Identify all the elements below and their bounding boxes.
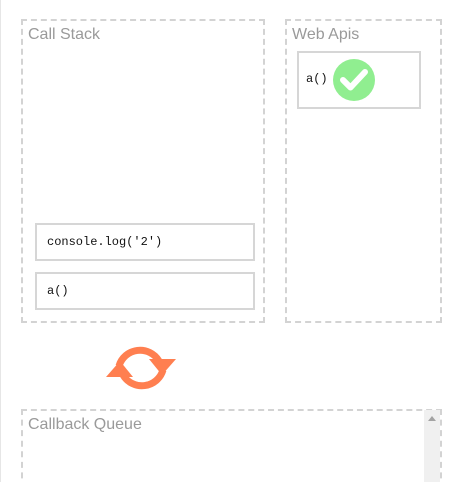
callback-queue-panel: Callback Queue: [21, 409, 442, 482]
web-api-item-label: a(): [306, 72, 328, 86]
scrollbar[interactable]: [424, 410, 440, 482]
stack-frame: console.log('2'): [35, 223, 255, 261]
web-api-item: a(): [297, 51, 421, 109]
call-stack-title: Call Stack: [28, 26, 101, 43]
scroll-up-arrow-icon[interactable]: [428, 416, 436, 421]
stack-frame: a(): [35, 272, 255, 310]
check-circle-icon: [333, 59, 375, 101]
event-loop-visualizer: Call Stack console.log('2') a() Web Apis…: [0, 0, 455, 482]
callback-queue-title: Callback Queue: [28, 416, 142, 433]
left-divider: [0, 0, 1, 482]
event-loop-cycle-icon: [106, 346, 176, 390]
stack-frame-label: a(): [47, 284, 69, 298]
web-apis-title: Web Apis: [292, 26, 360, 43]
web-apis-panel: Web Apis a(): [285, 19, 442, 323]
call-stack-panel: Call Stack console.log('2') a(): [21, 19, 265, 323]
stack-frame-label: console.log('2'): [47, 235, 163, 249]
